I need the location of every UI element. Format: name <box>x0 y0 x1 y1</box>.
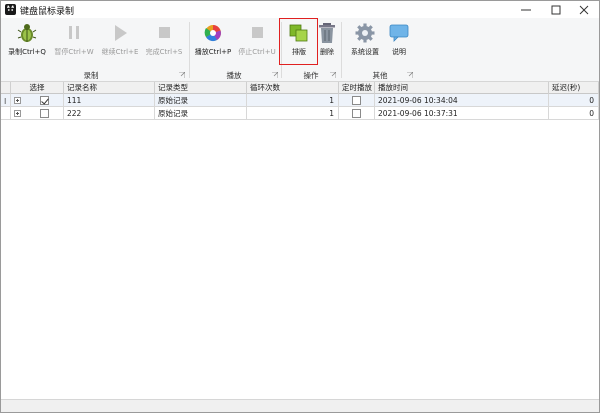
app-window: 键盘鼠标录制 录制Ctrl+Q 暂停Ctrl+W 继续Ctrl+E 完成Ctrl… <box>0 0 600 413</box>
column-header-type[interactable]: 记录类型 <box>155 82 247 94</box>
pause-button-label: 暂停Ctrl+W <box>54 48 94 56</box>
stop-icon <box>159 27 170 38</box>
settings-button[interactable]: 系统设置 <box>346 20 384 68</box>
stop-button[interactable]: 停止Ctrl+U <box>237 20 277 68</box>
speech-bubble-icon <box>389 24 409 42</box>
minimize-button[interactable] <box>511 1 541 18</box>
record-type-cell[interactable]: 原始记录 <box>155 94 247 107</box>
expand-plus-icon[interactable] <box>14 97 21 104</box>
maximize-button[interactable] <box>541 1 571 18</box>
delay-cell[interactable]: 0 <box>549 94 599 107</box>
trash-icon <box>319 23 335 43</box>
loop-count-cell[interactable]: 1 <box>247 107 339 120</box>
column-header-name[interactable]: 记录名称 <box>64 82 155 94</box>
window-title: 键盘鼠标录制 <box>20 7 75 17</box>
group-expand-icon[interactable] <box>272 72 278 78</box>
delete-button[interactable]: 删除 <box>315 20 339 68</box>
table-row[interactable]: 222 原始记录 1 2021-09-06 10:37:31 0 <box>1 107 599 120</box>
delay-cell[interactable]: 0 <box>549 107 599 120</box>
timed-play-cell <box>339 94 375 107</box>
group-expand-icon[interactable] <box>330 72 336 78</box>
row-header-corner <box>1 82 11 94</box>
group-expand-icon[interactable] <box>179 72 185 78</box>
row-select-checkbox[interactable] <box>40 96 49 105</box>
delete-button-label: 删除 <box>320 48 334 56</box>
pause-icon <box>69 26 79 39</box>
group-expand-icon[interactable] <box>407 72 413 78</box>
finish-button-label: 完成Ctrl+S <box>145 48 183 56</box>
close-icon <box>579 5 589 15</box>
record-name-cell[interactable]: 222 <box>64 107 155 120</box>
expand-plus-icon[interactable] <box>14 110 21 117</box>
row-indicator-cell: I <box>1 94 11 107</box>
continue-button-label: 继续Ctrl+E <box>101 48 139 56</box>
group-separator <box>189 22 190 78</box>
row-indicator: I <box>4 97 7 106</box>
row-indicator-cell <box>1 107 11 120</box>
color-wheel-icon <box>204 25 221 42</box>
group-separator <box>341 22 342 78</box>
play-time-cell[interactable]: 2021-09-06 10:37:31 <box>375 107 549 120</box>
group-label-operation: 操作 <box>303 71 319 80</box>
table-row[interactable]: I 111 原始记录 1 2021-09-06 10:34:04 0 <box>1 94 599 107</box>
play-icon <box>115 25 127 41</box>
record-button[interactable]: 录制Ctrl+Q <box>5 20 49 68</box>
continue-button[interactable]: 继续Ctrl+E <box>99 20 141 68</box>
column-header-play-time[interactable]: 播放时间 <box>375 82 549 94</box>
select-cell <box>11 94 64 107</box>
play-button-label: 播放Ctrl+P <box>194 48 232 56</box>
maximize-icon <box>551 5 561 15</box>
finish-button[interactable]: 完成Ctrl+S <box>143 20 185 68</box>
group-label-record: 录制 <box>83 71 99 80</box>
bug-record-icon <box>17 24 37 42</box>
help-button-label: 说明 <box>392 48 406 56</box>
close-button[interactable] <box>569 1 599 18</box>
help-button[interactable]: 说明 <box>386 20 412 68</box>
group-label-play: 播放 <box>226 71 242 80</box>
column-header-select[interactable]: 选择 <box>11 82 64 94</box>
stop-button-label: 停止Ctrl+U <box>238 48 276 56</box>
cat-icon <box>5 4 16 15</box>
timed-play-checkbox[interactable] <box>352 96 361 105</box>
loop-count-cell[interactable]: 1 <box>247 94 339 107</box>
play-time-cell[interactable]: 2021-09-06 10:34:04 <box>375 94 549 107</box>
stop-icon <box>252 27 263 38</box>
highlight-annotation <box>279 18 318 65</box>
column-header-delay[interactable]: 延迟(秒) <box>549 82 599 94</box>
play-button[interactable]: 播放Ctrl+P <box>191 20 235 68</box>
grid-header: 选择 记录名称 记录类型 循环次数 定时播放 播放时间 延迟(秒) <box>1 82 599 94</box>
column-header-loops[interactable]: 循环次数 <box>247 82 339 94</box>
group-label-other: 其他 <box>372 71 388 80</box>
row-select-checkbox[interactable] <box>40 109 49 118</box>
status-bar <box>1 399 599 412</box>
timed-play-cell <box>339 107 375 120</box>
select-cell <box>11 107 64 120</box>
settings-button-label: 系统设置 <box>351 48 379 56</box>
timed-play-checkbox[interactable] <box>352 109 361 118</box>
minimize-icon <box>521 9 531 11</box>
pause-button[interactable]: 暂停Ctrl+W <box>51 20 97 68</box>
record-name-cell[interactable]: 111 <box>64 94 155 107</box>
record-button-label: 录制Ctrl+Q <box>8 48 46 56</box>
gear-icon <box>355 23 375 43</box>
title-bar: 键盘鼠标录制 <box>1 1 599 18</box>
column-header-timed[interactable]: 定时播放 <box>339 82 375 94</box>
record-type-cell[interactable]: 原始记录 <box>155 107 247 120</box>
